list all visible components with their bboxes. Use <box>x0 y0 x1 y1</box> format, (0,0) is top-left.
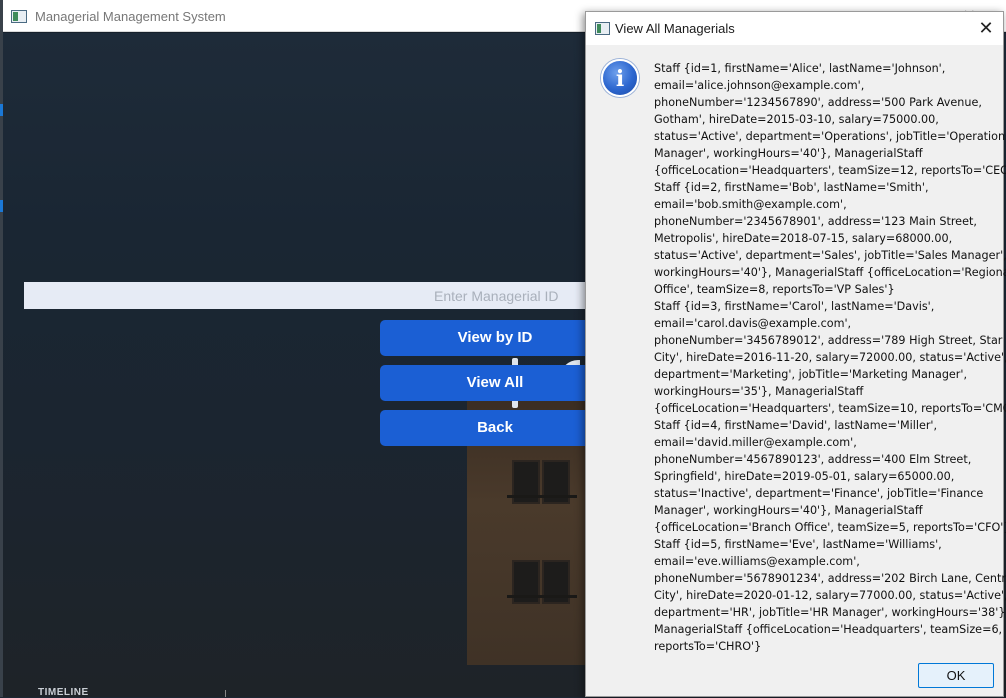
view-by-id-label: View by ID <box>457 329 533 346</box>
info-icon-glyph: i <box>615 66 625 92</box>
info-icon: i <box>601 59 639 97</box>
message-line: Manager', workingHours='40'}, Managerial… <box>654 504 923 517</box>
message-line: Staff {id=1, firstName='Alice', lastName… <box>654 62 946 75</box>
message-line: phoneNumber='3456789012', address='789 H… <box>654 334 1003 347</box>
dialog-close-icon[interactable]: ✕ <box>969 12 1003 45</box>
message-line: email='eve.williams@example.com', <box>654 555 860 568</box>
message-line: City', hireDate=2016-11-20, salary=72000… <box>654 351 1006 364</box>
divider <box>225 690 226 697</box>
message-line: Staff {id=5, firstName='Eve', lastName='… <box>654 538 942 551</box>
message-line: department='HR', jobTitle='HR Manager', … <box>654 606 1006 619</box>
message-line: {officeLocation='Headquarters', teamSize… <box>654 402 1006 415</box>
message-line: email='david.miller@example.com', <box>654 436 857 449</box>
dialog-app-icon <box>595 22 610 35</box>
main-window-title: Managerial Management System <box>35 9 226 24</box>
message-line: workingHours='40'}, ManagerialStaff {off… <box>654 266 1006 279</box>
building-balcony <box>507 495 577 498</box>
message-line: phoneNumber='5678901234', address='202 B… <box>654 572 1006 585</box>
dialog-titlebar: View All Managerials ✕ <box>586 12 1003 45</box>
background-bottom-text: TIMELINE <box>38 687 89 698</box>
message-line: {officeLocation='Headquarters', teamSize… <box>654 164 1006 177</box>
message-line: ManagerialStaff {officeLocation='Headqua… <box>654 623 1003 636</box>
message-line: status='Active', department='Sales', job… <box>654 249 1006 262</box>
message-line: phoneNumber='1234567890', address='500 P… <box>654 96 982 109</box>
view-all-label: View All <box>466 374 524 391</box>
message-line: email='bob.smith@example.com', <box>654 198 847 211</box>
message-line: reportsTo='CHRO'} <box>654 640 762 653</box>
message-line: Gotham', hireDate=2015-03-10, salary=750… <box>654 113 939 126</box>
message-line: workingHours='35'}, ManagerialStaff <box>654 385 864 398</box>
message-line: phoneNumber='4567890123', address='400 E… <box>654 453 972 466</box>
message-line: Manager', workingHours='40'}, Managerial… <box>654 147 923 160</box>
message-line: Staff {id=3, firstName='Carol', lastName… <box>654 300 935 313</box>
back-button[interactable]: Back <box>380 410 610 446</box>
message-line: phoneNumber='2345678901', address='123 M… <box>654 215 977 228</box>
message-line: status='Inactive', department='Finance',… <box>654 487 984 500</box>
view-all-dialog: View All Managerials ✕ i Staff {id=1, fi… <box>585 11 1006 697</box>
message-line: email='alice.johnson@example.com', <box>654 79 865 92</box>
message-line: City', hireDate=2020-01-12, salary=77000… <box>654 589 1006 602</box>
view-by-id-button[interactable]: View by ID <box>380 320 610 356</box>
dialog-message: Staff {id=1, firstName='Alice', lastName… <box>654 60 1006 655</box>
app-icon <box>11 10 27 23</box>
back-label: Back <box>477 419 513 436</box>
message-line: email='carol.davis@example.com', <box>654 317 852 330</box>
message-line: Springfield', hireDate=2019-05-01, salar… <box>654 470 955 483</box>
dialog-title: View All Managerials <box>615 21 735 36</box>
ok-button[interactable]: OK <box>918 663 994 688</box>
managerial-id-input[interactable] <box>24 282 586 309</box>
message-line: Staff {id=2, firstName='Bob', lastName='… <box>654 181 929 194</box>
message-line: {officeLocation='Branch Office', teamSiz… <box>654 521 1006 534</box>
message-line: department='Marketing', jobTitle='Market… <box>654 368 968 381</box>
message-line: Staff {id=4, firstName='David', lastName… <box>654 419 938 432</box>
message-line: status='Active', department='Operations'… <box>654 130 1006 143</box>
message-line: Office', teamSize=8, reportsTo='VP Sales… <box>654 283 895 296</box>
view-all-button[interactable]: View All <box>380 365 610 401</box>
message-line: Metropolis', hireDate=2018-07-15, salary… <box>654 232 953 245</box>
building-balcony <box>507 595 577 598</box>
